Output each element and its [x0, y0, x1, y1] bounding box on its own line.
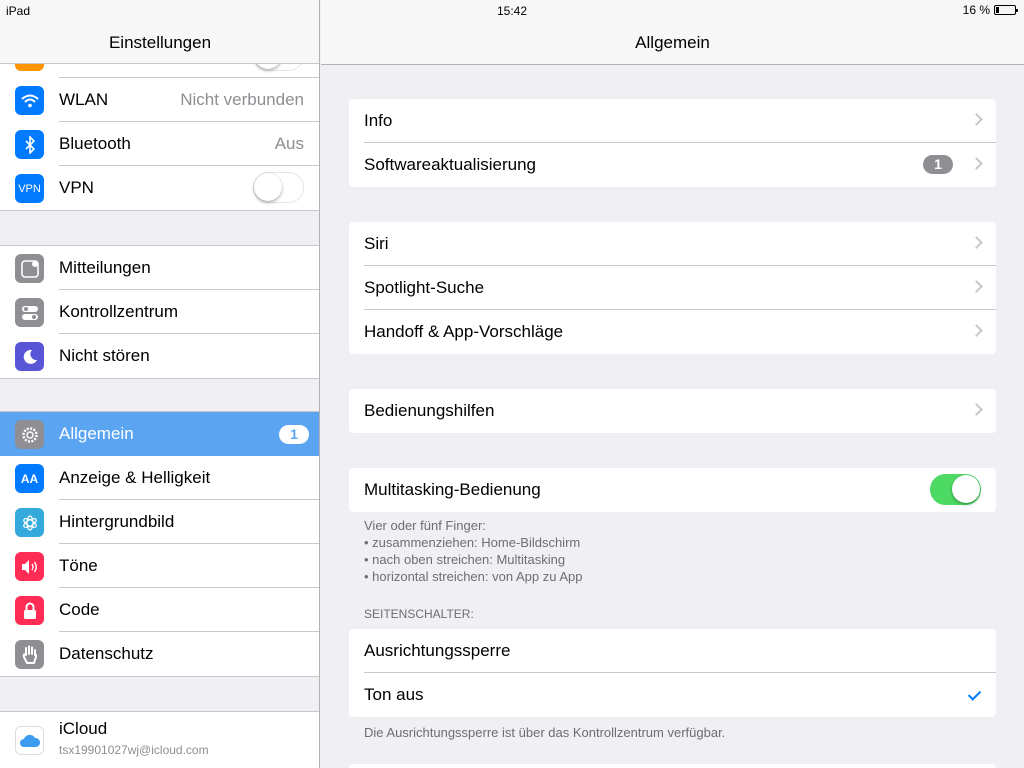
wallpaper-icon [15, 508, 44, 537]
sidebar-item-label: Datenschutz [59, 644, 154, 663]
checkmark-icon [967, 687, 982, 701]
vpn-icon: VPN [15, 174, 44, 203]
group-side-switch: Ausrichtungssperre Ton aus [349, 629, 996, 717]
multitasking-toggle[interactable] [930, 474, 981, 505]
speaker-icon [15, 552, 44, 581]
battery-indicator: 16 % [962, 3, 1018, 17]
sidebar-item-hintergrundbild[interactable]: Hintergrundbild [0, 500, 319, 544]
sidebar-item-kontrollzentrum[interactable]: Kontrollzentrum [0, 290, 319, 334]
chevron-right-icon [970, 236, 983, 249]
sidebar-item-label: Töne [59, 556, 98, 575]
sidebar-item-label: Bluetooth [59, 134, 131, 153]
group-next [349, 764, 996, 768]
sidebar-item-code[interactable]: Code [0, 588, 319, 632]
status-bar: iPad 15:42 16 % [0, 0, 1024, 20]
battery-percent: 16 % [962, 3, 990, 17]
sidebar-item-vpn[interactable]: VPN VPN [0, 166, 319, 210]
footer-line: • nach oben streichen: Multitasking [364, 552, 566, 567]
row-label: Siri [364, 234, 389, 253]
sidebar-group-accounts: iCloud tsx19901027wj@icloud.com [0, 711, 319, 768]
sidebar-item-label: Nicht stören [59, 346, 150, 365]
icloud-account-email: tsx19901027wj@icloud.com [59, 743, 209, 757]
text-size-icon: AA [15, 464, 44, 493]
bluetooth-icon [15, 130, 44, 159]
row-label: Info [364, 111, 393, 130]
sidebar-item-label: Allgemein [59, 424, 134, 443]
sidebar-item-label: WLAN [59, 90, 109, 109]
row-multitasking: Multitasking-Bedienung [349, 468, 996, 512]
hand-icon [15, 640, 44, 669]
general-badge: 1 [279, 425, 309, 444]
battery-icon [994, 5, 1018, 15]
group-siri: Siri Spotlight-Suche Handoff & App-Vorsc… [349, 222, 996, 354]
sidebar-title: Einstellungen [108, 33, 212, 52]
icloud-icon [15, 726, 44, 755]
row-label: Spotlight-Suche [364, 278, 485, 297]
control-center-icon [15, 298, 44, 327]
row-accessibility[interactable]: Bedienungshilfen [349, 389, 996, 433]
lock-icon [15, 596, 44, 625]
sidebar-group-notifications: Mitteilungen Kontrollzentrum Nicht störe… [0, 245, 319, 379]
footer-line: • horizontal streichen: von App zu App [364, 569, 583, 584]
row-spotlight[interactable]: Spotlight-Suche [349, 266, 996, 310]
row-info[interactable]: Info [349, 99, 996, 143]
row-software-update[interactable]: Softwareaktualisierung 1 [349, 143, 996, 187]
sidebar-item-label: Kontrollzentrum [59, 302, 179, 321]
row-label: Handoff & App-Vorschläge [364, 322, 564, 341]
settings-sidebar: WLAN Nicht verbunden Bluetooth Aus VPN V… [0, 0, 320, 768]
moon-icon [15, 342, 44, 371]
group-info: Info Softwareaktualisierung 1 [349, 99, 996, 187]
sidebar-item-label: Anzeige & Helligkeit [59, 468, 211, 487]
sidebar-item-label: Hintergrundbild [59, 512, 175, 531]
sidebar-item-allgemein[interactable]: Allgemein 1 [0, 412, 319, 456]
sidebar-item-label: Mitteilungen [59, 258, 151, 277]
footer-line: Vier oder fünf Finger: [364, 518, 486, 533]
sidebar-item-label: Code [59, 600, 100, 619]
chevron-right-icon [970, 403, 983, 416]
sidebar-item-datenschutz[interactable]: Datenschutz [0, 632, 319, 676]
sidebar-item-label: iCloud [59, 719, 108, 738]
sidebar-item-label: VPN [59, 178, 94, 197]
chevron-right-icon [970, 113, 983, 126]
chevron-right-icon [970, 157, 983, 170]
sidebar-item-bluetooth[interactable]: Bluetooth Aus [0, 122, 319, 166]
sidebar-item-nicht-stoeren[interactable]: Nicht stören [0, 334, 319, 378]
notifications-icon [15, 254, 44, 283]
row-label: Softwareaktualisierung [364, 155, 536, 174]
side-switch-header: SEITENSCHALTER: [364, 607, 474, 621]
chevron-right-icon [970, 324, 983, 337]
sidebar-group-general: Allgemein 1 AA Anzeige & Helligkeit Hint… [0, 411, 319, 677]
sidebar-item-icloud[interactable]: iCloud tsx19901027wj@icloud.com [0, 712, 319, 768]
vpn-toggle[interactable] [253, 172, 304, 203]
sidebar-item-mitteilungen[interactable]: Mitteilungen [0, 246, 319, 290]
wlan-status: Nicht verbunden [180, 90, 304, 109]
bluetooth-status: Aus [274, 134, 304, 153]
row-label: Ausrichtungssperre [364, 641, 511, 660]
row-label: Ton aus [364, 685, 424, 704]
footer-line: • zusammenziehen: Home-Bildschirm [364, 535, 581, 550]
row-handoff[interactable]: Handoff & App-Vorschläge [349, 310, 996, 354]
page-title: Allgemein [635, 33, 710, 52]
sidebar-item-anzeige[interactable]: AA Anzeige & Helligkeit [0, 456, 319, 500]
row-label: Bedienungshilfen [364, 401, 495, 420]
detail-pane: Allgemein Info Softwareaktualisierung 1 … [321, 0, 1024, 768]
sidebar-item-toene[interactable]: Töne [0, 544, 319, 588]
multitasking-footer: Vier oder fünf Finger: • zusammenziehen:… [364, 517, 582, 585]
side-switch-footer: Die Ausrichtungssperre ist über das Kont… [364, 725, 726, 740]
wifi-icon [15, 86, 44, 115]
chevron-right-icon [970, 280, 983, 293]
gear-icon [15, 420, 44, 449]
group-multitasking: Multitasking-Bedienung [349, 468, 996, 512]
row-siri[interactable]: Siri [349, 222, 996, 266]
row-label: Multitasking-Bedienung [364, 480, 541, 499]
clock: 15:42 [496, 4, 528, 18]
row-orientation-lock[interactable]: Ausrichtungssperre [349, 629, 996, 673]
row-mute[interactable]: Ton aus [349, 673, 996, 717]
group-accessibility: Bedienungshilfen [349, 389, 996, 433]
sidebar-item-wlan[interactable]: WLAN Nicht verbunden [0, 78, 319, 122]
update-badge: 1 [923, 155, 953, 174]
